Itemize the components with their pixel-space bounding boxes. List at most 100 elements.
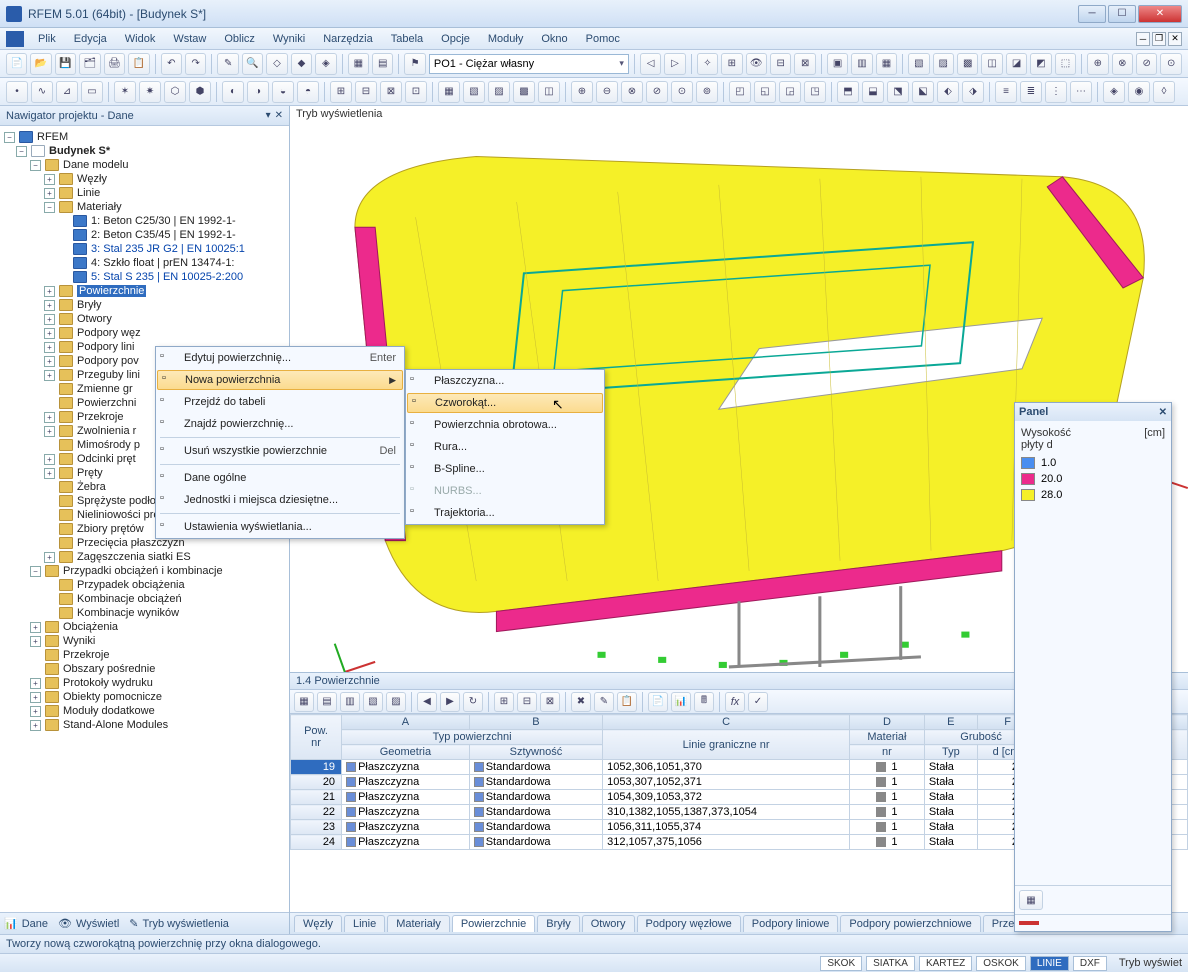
tree-item[interactable]: +Protokoły wydruku (2, 676, 287, 690)
tt-18[interactable]: fx (725, 692, 745, 712)
icon-g[interactable]: ⊟ (770, 53, 791, 75)
tree-item[interactable]: −Przypadki obciążeń i kombinacje (2, 564, 287, 578)
context-menu-item[interactable]: ▫Edytuj powierzchnię...Enter (156, 347, 404, 369)
tt-7[interactable]: ▶ (440, 692, 460, 712)
tb2-29[interactable]: ◱ (754, 81, 776, 103)
tt-10[interactable]: ⊟ (517, 692, 537, 712)
tb2-21[interactable]: ◫ (538, 81, 560, 103)
maximize-button[interactable]: ☐ (1108, 5, 1136, 23)
tb2-27[interactable]: ⊚ (696, 81, 718, 103)
context-menu-item[interactable]: ▫Dane ogólne (156, 467, 404, 489)
bottom-tab[interactable]: Powierzchnie (452, 915, 535, 932)
tree-item[interactable]: +Obciążenia (2, 620, 287, 634)
tb2-43[interactable]: ◉ (1128, 81, 1150, 103)
nav-next-icon[interactable]: ▷ (664, 53, 685, 75)
menu-moduly[interactable]: Moduły (480, 31, 531, 47)
tree-item[interactable]: +Powierzchnie (2, 284, 287, 298)
menu-oblicz[interactable]: Oblicz (216, 31, 263, 47)
tb2-18[interactable]: ▧ (463, 81, 485, 103)
tree-item[interactable]: Obszary pośrednie (2, 662, 287, 676)
tb2-11[interactable]: ◒ (272, 81, 294, 103)
tb2-22[interactable]: ⊕ (571, 81, 593, 103)
tree-item[interactable]: 5: Stal S 235 | EN 10025-2:200 (2, 270, 287, 284)
loadcase-combo[interactable]: PO1 - Ciężar własny (429, 54, 629, 74)
tree-item[interactable]: +Obiekty pomocnicze (2, 690, 287, 704)
minimize-button[interactable]: ─ (1078, 5, 1106, 23)
context-menu-item[interactable]: ▫Czworokąt... (407, 393, 603, 413)
menu-plik[interactable]: Plik (30, 31, 64, 47)
icon-u[interactable]: ⊘ (1136, 53, 1157, 75)
icon-l[interactable]: ▧ (908, 53, 929, 75)
icon-r[interactable]: ⬚ (1055, 53, 1076, 75)
tb2-35[interactable]: ⬕ (912, 81, 934, 103)
context-menu-item[interactable]: ▫Usuń wszystkie powierzchnieDel (156, 440, 404, 462)
context-menu-item[interactable]: ▫Trajektoria... (406, 502, 604, 524)
icon-a[interactable]: ◇ (266, 53, 287, 75)
table-icon[interactable]: ▦ (348, 53, 369, 75)
bottom-tab[interactable]: Bryły (537, 915, 579, 932)
icon-t[interactable]: ⊗ (1112, 53, 1133, 75)
tb2-2[interactable]: ∿ (31, 81, 53, 103)
tree-item[interactable]: +Linie (2, 186, 287, 200)
icon-q[interactable]: ◩ (1030, 53, 1051, 75)
tree-item[interactable]: 4: Szkło float | prEN 13474-1: (2, 256, 287, 270)
icon-k[interactable]: ▦ (876, 53, 897, 75)
saveall-icon[interactable]: 🗂 (79, 53, 100, 75)
tb2-33[interactable]: ⬓ (862, 81, 884, 103)
tt-5[interactable]: ▨ (386, 692, 406, 712)
open-icon[interactable]: 📂 (30, 53, 51, 75)
status-box[interactable]: SKOK (820, 956, 862, 971)
tb2-3[interactable]: ⊿ (56, 81, 78, 103)
tt-17[interactable]: 🖩 (694, 692, 714, 712)
menu-app-icon[interactable] (6, 31, 24, 47)
tb2-30[interactable]: ◲ (779, 81, 801, 103)
zoom-icon[interactable]: 🔍 (242, 53, 263, 75)
tree-item[interactable]: −Dane modelu (2, 158, 287, 172)
tree-item[interactable]: Przypadek obciążenia (2, 578, 287, 592)
icon-d[interactable]: ✧ (697, 53, 718, 75)
status-box[interactable]: LINIE (1030, 956, 1069, 971)
bottom-tab[interactable]: Podpory węzłowe (637, 915, 741, 932)
menu-narzedzia[interactable]: Narzędzia (315, 31, 381, 47)
tb2-38[interactable]: ≡ (995, 81, 1017, 103)
mdi-close[interactable]: ✕ (1168, 32, 1182, 46)
context-submenu-nowa-powierzchnia[interactable]: ▫Płaszczyzna...▫Czworokąt...▫Powierzchni… (405, 369, 605, 525)
tree-item[interactable]: +Zagęszczenia siatki ES (2, 550, 287, 564)
legend-btn-1[interactable]: ▦ (1019, 890, 1043, 910)
context-menu-item[interactable]: ▫Ustawienia wyświetlania... (156, 516, 404, 538)
context-menu-powierzchnie[interactable]: ▫Edytuj powierzchnię...Enter▫Nowa powier… (155, 346, 405, 539)
tb2-32[interactable]: ⬒ (837, 81, 859, 103)
printview-icon[interactable]: 📋 (128, 53, 149, 75)
tt-4[interactable]: ▧ (363, 692, 383, 712)
tb2-25[interactable]: ⊘ (646, 81, 668, 103)
new-icon[interactable]: 📄 (6, 53, 27, 75)
tb2-9[interactable]: ◐ (222, 81, 244, 103)
tb2-17[interactable]: ▦ (438, 81, 460, 103)
save-icon[interactable]: 💾 (55, 53, 76, 75)
icon-i[interactable]: ▣ (827, 53, 848, 75)
pin-icon[interactable]: ▾ (266, 110, 271, 121)
menu-wyniki[interactable]: Wyniki (265, 31, 313, 47)
tt-13[interactable]: ✎ (594, 692, 614, 712)
tt-2[interactable]: ▤ (317, 692, 337, 712)
icon-n[interactable]: ▩ (957, 53, 978, 75)
navigator-close-icon[interactable]: ✕ (275, 110, 283, 121)
tt-1[interactable]: ▦ (294, 692, 314, 712)
tt-16[interactable]: 📊 (671, 692, 691, 712)
icon-h[interactable]: ⊠ (794, 53, 815, 75)
context-menu-item[interactable]: ▫Rura... (406, 436, 604, 458)
print-icon[interactable]: 🖨 (104, 53, 125, 75)
nav-prev-icon[interactable]: ◁ (640, 53, 661, 75)
tt-19[interactable]: ✓ (748, 692, 768, 712)
nav-tab-dane[interactable]: 📊 Dane (4, 917, 48, 930)
tree-item[interactable]: +Podpory węz (2, 326, 287, 340)
status-box[interactable]: SIATKA (866, 956, 915, 971)
context-menu-item[interactable]: ▫Znajdź powierzchnię... (156, 413, 404, 435)
icon-c[interactable]: ◈ (315, 53, 336, 75)
tree-item[interactable]: Kombinacje obciążeń (2, 592, 287, 606)
tt-6[interactable]: ◀ (417, 692, 437, 712)
bottom-tab[interactable]: Materiały (387, 915, 450, 932)
legend-close-icon[interactable]: ✕ (1159, 407, 1167, 418)
tree-item[interactable]: −Materiały (2, 200, 287, 214)
tree-item[interactable]: 3: Stal 235 JR G2 | EN 10025:1 (2, 242, 287, 256)
